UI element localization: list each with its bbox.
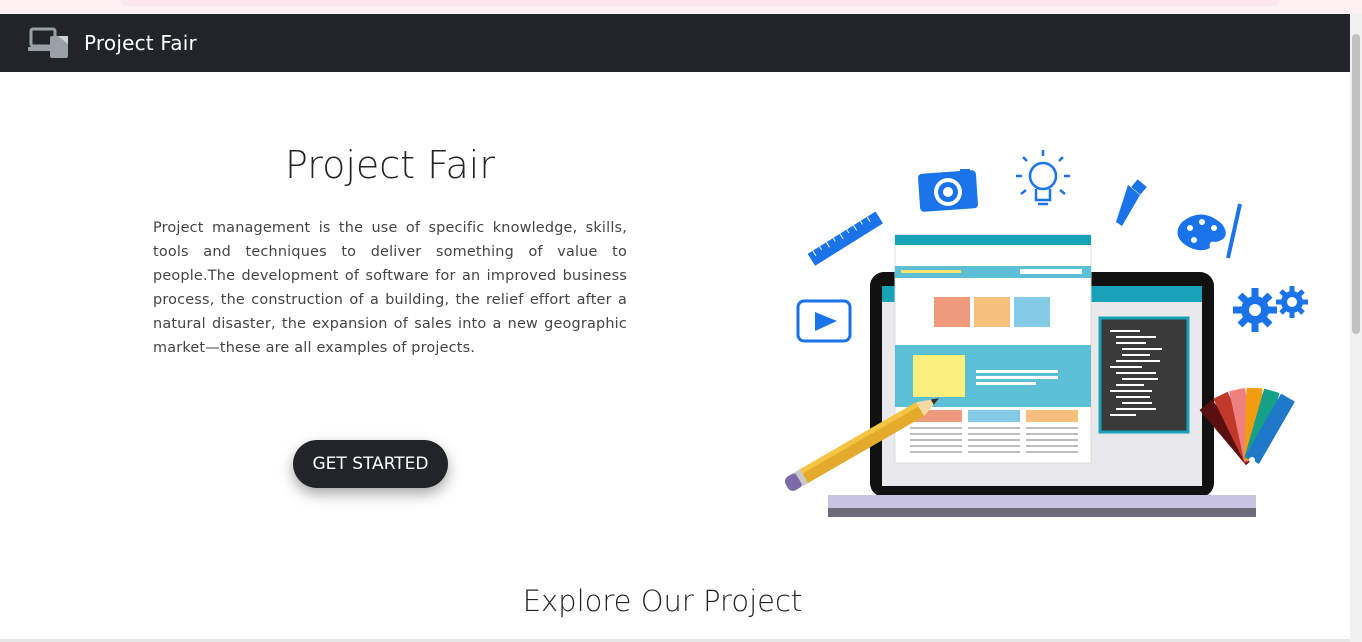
- scrollbar[interactable]: [1350, 14, 1362, 642]
- scrollbar-thumb[interactable]: [1352, 34, 1360, 334]
- hero-description: Project management is the use of specifi…: [153, 220, 627, 356]
- section-title: Explore Our Project: [522, 584, 803, 618]
- brand-name[interactable]: Project Fair: [84, 31, 197, 55]
- pen-nib-icon: [1116, 179, 1147, 226]
- hero-title: Project Fair: [285, 143, 495, 187]
- get-started-button[interactable]: GET STARTED: [293, 440, 448, 488]
- play-icon: [796, 299, 852, 343]
- browser-strip: [0, 0, 1362, 14]
- gears-icon: [1233, 286, 1308, 332]
- browser-tab-edge: [120, 0, 1280, 6]
- window-titlebar-illustration: [895, 235, 1091, 245]
- ruler-illustration: [807, 211, 883, 266]
- lightbulb-icon: [1016, 150, 1070, 206]
- navbar: Project Fair: [0, 14, 1350, 72]
- devices-icon: [28, 27, 68, 58]
- code-window-illustration: [1098, 316, 1190, 434]
- hero-illustration: [784, 150, 1308, 517]
- webpage-window-illustration: [894, 234, 1092, 464]
- palette-icon: [1177, 203, 1242, 259]
- camera-icon: [918, 169, 978, 212]
